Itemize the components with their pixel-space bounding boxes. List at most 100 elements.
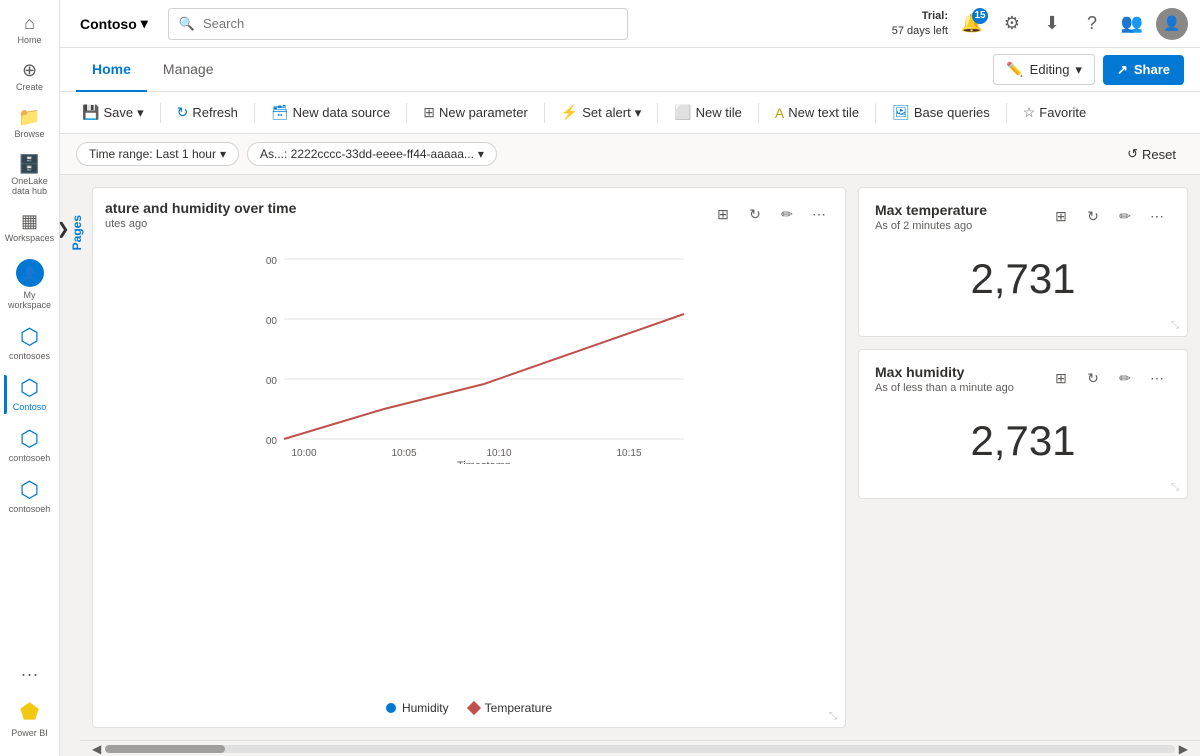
kpi-temp-edit-button[interactable]: ✏ [1111,202,1139,230]
more-icon: ··· [21,665,39,683]
kpi-humidity-refresh-button[interactable]: ↻ [1079,364,1107,392]
powerbi-icon: ⬟ [20,699,39,725]
sidebar-item-create[interactable]: ⊕ Create [4,55,56,98]
sidebar-item-browse[interactable]: 📁 Browse [4,102,56,145]
search-icon: 🔍 [179,16,195,32]
save-button[interactable]: 💾 Save ▾ [72,99,154,126]
favorite-button[interactable]: ☆ Favorite [1013,99,1097,126]
chart-title: ature and humidity over time [105,200,296,216]
chart-more-button[interactable]: ⋯ [805,200,833,228]
sidebar-item-contosoeh1[interactable]: ⬡ contosoeh [4,422,56,469]
chart-resize-handle[interactable]: ⤡ [829,711,841,723]
reset-button[interactable]: ↺ Reset [1119,142,1184,166]
sidebar-workspaces-label: Workspaces [5,233,54,243]
time-range-filter[interactable]: Time range: Last 1 hour ▾ [76,142,239,166]
help-icon: ? [1087,13,1097,34]
new-tile-button[interactable]: ⬜ New tile [664,99,752,126]
kpi-max-humidity-card: Max humidity As of less than a minute ag… [858,349,1188,499]
sidebar-item-contoso[interactable]: ⬡ Contoso [4,371,56,418]
share-button[interactable]: ↗ Share [1103,55,1184,85]
sidebar-item-workspaces[interactable]: ▦ Workspaces [4,206,56,249]
kpi-humidity-resize-handle[interactable]: ⤡ [1171,482,1183,494]
search-bar[interactable]: 🔍 [168,8,628,40]
chart-card-actions: ⊞ ↻ ✏ ⋯ [709,200,833,228]
sidebar-item-onelake[interactable]: 🗄️ OneLake data hub [4,149,56,202]
left-sidebar: ⌂ Home ⊕ Create 📁 Browse 🗄️ OneLake data… [0,0,60,756]
svg-text:00: 00 [266,256,278,267]
trial-label: Trial: [892,9,948,23]
scroll-track[interactable] [105,745,1175,753]
contosoes-icon: ⬡ [20,326,39,348]
share-people-button[interactable]: 👥 [1116,8,1148,40]
pages-sidebar[interactable]: ❯ Pages [60,175,80,756]
tab-manage[interactable]: Manage [147,48,230,92]
sidebar-item-contosoeh2[interactable]: ⬡ contosoeh [4,473,56,520]
chart-grid-button[interactable]: ⊞ [709,200,737,228]
toolbar: 💾 Save ▾ ↻ Refresh 🗃 New data source ⊞ N… [60,92,1200,134]
time-range-chevron: ▾ [220,147,226,161]
settings-button[interactable]: ⚙ [996,8,1028,40]
new-text-tile-button[interactable]: A New text tile [765,100,869,126]
kpi-temp-value: 2,731 [875,236,1171,322]
editing-button[interactable]: ✏️ Editing ▾ [993,54,1095,85]
asset-chevron: ▾ [478,147,484,161]
contosoeh1-icon: ⬡ [20,428,39,450]
kpi-temp-header: Max temperature As of 2 minutes ago ⊞ ↻ … [875,202,1171,232]
legend-temperature: Temperature [469,701,552,715]
save-icon: 💾 [82,104,99,121]
new-parameter-button[interactable]: ⊞ New parameter [413,99,538,126]
scroll-right-arrow[interactable]: ▶ [1175,742,1192,756]
my-workspace-avatar: 👤 [16,259,44,287]
kpi-humidity-more-button[interactable]: ⋯ [1143,364,1171,392]
set-alert-button[interactable]: ⚡ Set alert ▾ [551,99,651,126]
sidebar-item-myworkspace[interactable]: 👤 My workspace [4,253,56,316]
sidebar-item-contosoes[interactable]: ⬡ contosoes [4,320,56,367]
sidebar-onelake-label: OneLake data hub [8,176,52,196]
sidebar-home-label: Home [17,35,41,45]
kpi-temp-more-button[interactable]: ⋯ [1143,202,1171,230]
new-parameter-label: New parameter [439,105,528,120]
sidebar-more[interactable]: ··· [4,659,56,689]
tab-home[interactable]: Home [76,48,147,92]
legend-humidity: Humidity [386,701,449,715]
sidebar-myworkspace-label: My workspace [8,290,52,310]
chart-edit-button[interactable]: ✏ [773,200,801,228]
user-avatar[interactable]: 👤 [1156,8,1188,40]
sidebar-powerbi[interactable]: ⬟ Power BI [4,693,56,744]
horizontal-scrollbar[interactable]: ◀ ▶ [80,740,1200,756]
humidity-dot [386,703,396,713]
chart-refresh-button[interactable]: ↻ [741,200,769,228]
temperature-diamond [467,701,481,715]
asset-filter[interactable]: As...: 2222cccc-33dd-eeee-ff44-aaaaa... … [247,142,497,166]
workspace-selector[interactable]: Contoso ▾ [72,11,156,36]
tabs: Home Manage [76,48,230,92]
set-alert-label: Set alert [582,105,630,120]
kpi-temp-grid-button[interactable]: ⊞ [1047,202,1075,230]
pages-toggle-icon[interactable]: ❯ [60,219,70,239]
scroll-thumb[interactable] [105,745,225,753]
scroll-left-arrow[interactable]: ◀ [88,742,105,756]
notification-button[interactable]: 🔔 15 [956,8,988,40]
new-datasource-button[interactable]: 🗃 New data source [261,99,400,126]
base-queries-label: Base queries [914,105,990,120]
svg-text:10:00: 10:00 [291,448,316,459]
svg-text:10:05: 10:05 [391,448,416,459]
download-button[interactable]: ⬇ [1036,8,1068,40]
kpi-humidity-edit-button[interactable]: ✏ [1111,364,1139,392]
tab-actions: ✏️ Editing ▾ ↗ Share [993,54,1184,85]
base-queries-button[interactable]: 🖼 Base queries [882,99,1000,126]
kpi-humidity-title-area: Max humidity As of less than a minute ag… [875,364,1014,394]
search-input[interactable] [203,16,617,31]
reset-label: Reset [1142,147,1176,162]
refresh-button[interactable]: ↻ Refresh [167,99,248,126]
sidebar-item-home[interactable]: ⌂ Home [4,8,56,51]
help-button[interactable]: ? [1076,8,1108,40]
trial-info: Trial: 57 days left [892,9,948,38]
divider-7 [875,103,876,123]
editing-chevron: ▾ [1075,62,1082,78]
sidebar-browse-label: Browse [14,129,44,139]
kpi-temp-resize-handle[interactable]: ⤡ [1171,320,1183,332]
svg-text:00: 00 [266,316,278,327]
kpi-temp-refresh-button[interactable]: ↻ [1079,202,1107,230]
kpi-humidity-grid-button[interactable]: ⊞ [1047,364,1075,392]
